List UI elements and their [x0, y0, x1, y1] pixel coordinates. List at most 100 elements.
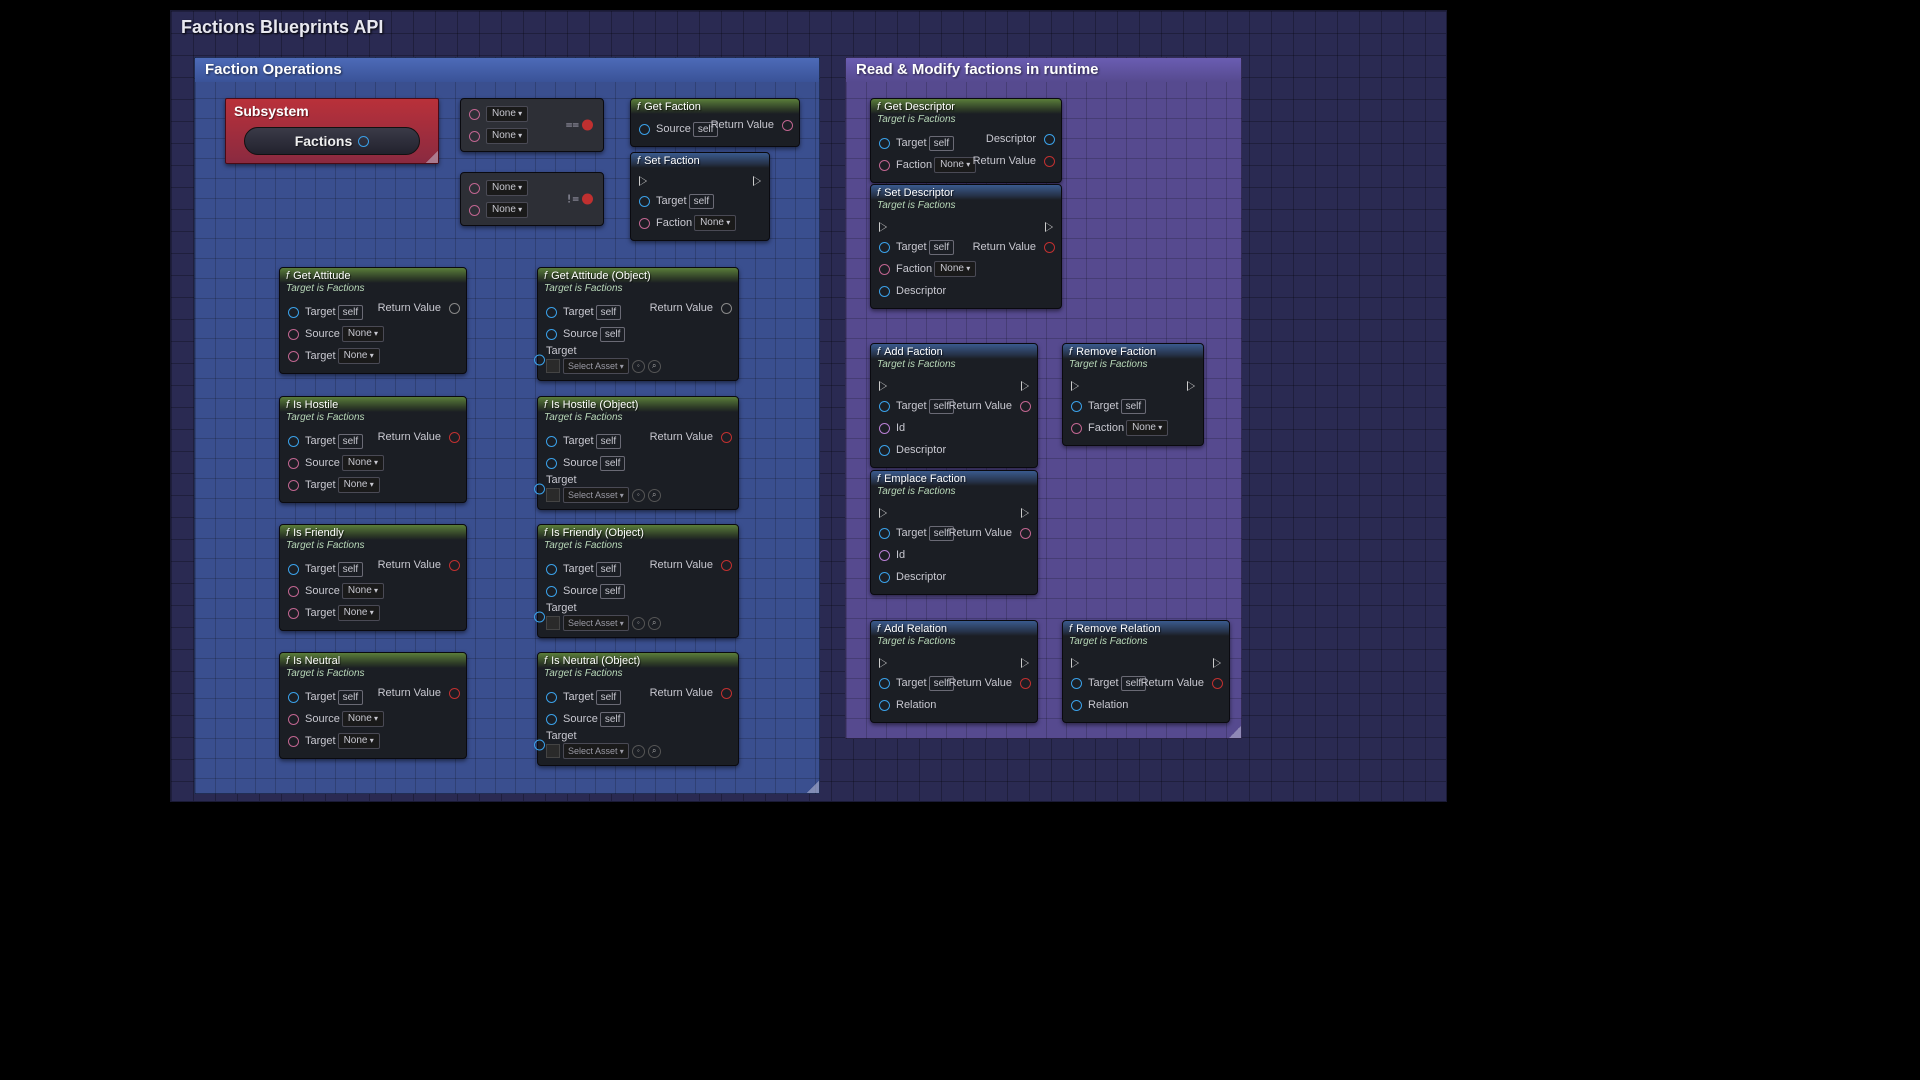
value-self[interactable]: self [338, 690, 364, 705]
pin-target-icon[interactable] [1071, 401, 1082, 412]
node-is-neutral[interactable]: fIs Neutral Target is Factions Targetsel… [279, 652, 467, 759]
pin-source-icon[interactable] [288, 458, 299, 469]
output-pin-icon[interactable] [449, 688, 460, 699]
node-is-hostile[interactable]: fIs Hostile Target is Factions Targetsel… [279, 396, 467, 503]
value-self[interactable]: self [929, 136, 955, 151]
node-add-faction[interactable]: fAdd Faction Target is Factions Targetse… [870, 343, 1038, 468]
pin-relation-icon[interactable] [1071, 700, 1082, 711]
pin-target-icon[interactable] [546, 436, 557, 447]
dropdown-faction[interactable]: None [934, 261, 976, 277]
output-pin-icon[interactable] [721, 560, 732, 571]
pin-faction-icon[interactable] [639, 218, 650, 229]
dropdown-faction[interactable]: None [1126, 420, 1168, 436]
exec-in-icon[interactable] [879, 222, 887, 232]
value-self[interactable]: self [600, 327, 626, 342]
input-pin-icon[interactable] [469, 183, 480, 194]
node-get-faction[interactable]: fGet Faction Sourceself Return Value [630, 98, 800, 147]
node-set-faction[interactable]: fSet Faction Targetself FactionNone [630, 152, 770, 241]
pin-target-icon[interactable] [288, 307, 299, 318]
dropdown-target[interactable]: None [338, 348, 380, 364]
asset-thumb-icon[interactable] [546, 488, 560, 502]
pin-target-icon[interactable] [546, 564, 557, 575]
node-is-hostile-object[interactable]: fIs Hostile (Object) Target is Factions … [537, 396, 739, 510]
output-pin-icon[interactable] [582, 120, 593, 131]
output-pin-icon[interactable] [1212, 678, 1223, 689]
node-is-friendly-object[interactable]: fIs Friendly (Object) Target is Factions… [537, 524, 739, 638]
value-self[interactable]: self [600, 456, 626, 471]
node-not-equals[interactable]: None None != [460, 172, 604, 226]
pin-asset-icon[interactable] [534, 739, 545, 750]
output-pin-descriptor-icon[interactable] [1044, 134, 1055, 145]
pin-target2-icon[interactable] [288, 351, 299, 362]
pin-descriptor-icon[interactable] [879, 286, 890, 297]
node-get-attitude-object[interactable]: fGet Attitude (Object) Target is Faction… [537, 267, 739, 381]
output-pin-icon[interactable] [1020, 528, 1031, 539]
output-pin-icon[interactable] [1044, 242, 1055, 253]
asset-selector[interactable]: Select Asset [563, 615, 629, 631]
pin-source-icon[interactable] [288, 586, 299, 597]
output-pin-icon[interactable] [721, 303, 732, 314]
input-pin-icon[interactable] [469, 205, 480, 216]
exec-in-icon[interactable] [879, 508, 887, 518]
value-self[interactable]: self [600, 584, 626, 599]
value-self[interactable]: self [600, 712, 626, 727]
node-is-neutral-object[interactable]: fIs Neutral (Object) Target is Factions … [537, 652, 739, 766]
pin-target-icon[interactable] [1071, 678, 1082, 689]
pin-relation-icon[interactable] [879, 700, 890, 711]
input-pin-icon[interactable] [469, 131, 480, 142]
asset-selector[interactable]: Select Asset [563, 743, 629, 759]
dropdown-faction[interactable]: None [934, 157, 976, 173]
dropdown-target[interactable]: None [338, 733, 380, 749]
pin-target-icon[interactable] [288, 692, 299, 703]
asset-use-button-icon[interactable]: ◦ [632, 360, 645, 373]
pin-asset-icon[interactable] [534, 354, 545, 365]
pin-target-icon[interactable] [879, 678, 890, 689]
pin-source-icon[interactable] [546, 586, 557, 597]
node-get-descriptor[interactable]: fGet Descriptor Target is Factions Targe… [870, 98, 1062, 183]
pin-id-icon[interactable] [879, 423, 890, 434]
asset-thumb-icon[interactable] [546, 744, 560, 758]
pin-target-icon[interactable] [546, 307, 557, 318]
pin-target-icon[interactable] [639, 196, 650, 207]
value-self[interactable]: self [596, 562, 622, 577]
pin-faction-icon[interactable] [879, 160, 890, 171]
asset-thumb-icon[interactable] [546, 616, 560, 630]
pin-asset-icon[interactable] [534, 483, 545, 494]
output-pin-icon[interactable] [1044, 156, 1055, 167]
output-pin-icon[interactable] [449, 560, 460, 571]
pin-source-icon[interactable] [546, 714, 557, 725]
resize-handle-icon[interactable] [807, 781, 819, 793]
pin-source-icon[interactable] [288, 329, 299, 340]
asset-selector[interactable]: Select Asset [563, 487, 629, 503]
pin-faction-icon[interactable] [1071, 423, 1082, 434]
output-pin-icon[interactable] [449, 432, 460, 443]
dropdown-b[interactable]: None [486, 128, 528, 144]
exec-in-icon[interactable] [1071, 381, 1079, 391]
value-self[interactable]: self [689, 194, 715, 209]
node-equals[interactable]: None None == [460, 98, 604, 152]
pin-faction-icon[interactable] [879, 264, 890, 275]
pin-asset-icon[interactable] [534, 611, 545, 622]
node-is-friendly[interactable]: fIs Friendly Target is Factions Targetse… [279, 524, 467, 631]
node-set-descriptor[interactable]: fSet Descriptor Target is Factions Targe… [870, 184, 1062, 309]
asset-thumb-icon[interactable] [546, 359, 560, 373]
pin-target-icon[interactable] [879, 138, 890, 149]
pin-target-icon[interactable] [546, 692, 557, 703]
output-pin-icon[interactable] [1020, 401, 1031, 412]
output-pin-icon[interactable] [782, 120, 793, 131]
exec-in-icon[interactable] [1071, 658, 1079, 668]
asset-use-button-icon[interactable]: ◦ [632, 617, 645, 630]
input-pin-icon[interactable] [469, 109, 480, 120]
pin-target-icon[interactable] [288, 436, 299, 447]
node-emplace-faction[interactable]: fEmplace Faction Target is Factions Targ… [870, 470, 1038, 595]
node-get-attitude[interactable]: fGet Attitude Target is Factions Targets… [279, 267, 467, 374]
output-pin-icon[interactable] [1020, 678, 1031, 689]
asset-use-button-icon[interactable]: ◦ [632, 745, 645, 758]
value-self[interactable]: self [596, 305, 622, 320]
value-self[interactable]: self [338, 562, 364, 577]
pin-target-icon[interactable] [879, 401, 890, 412]
value-self[interactable]: self [338, 305, 364, 320]
subsystem-factions-getter[interactable]: Factions [244, 127, 420, 155]
resize-handle-icon[interactable] [1229, 726, 1241, 738]
dropdown-a[interactable]: None [486, 106, 528, 122]
